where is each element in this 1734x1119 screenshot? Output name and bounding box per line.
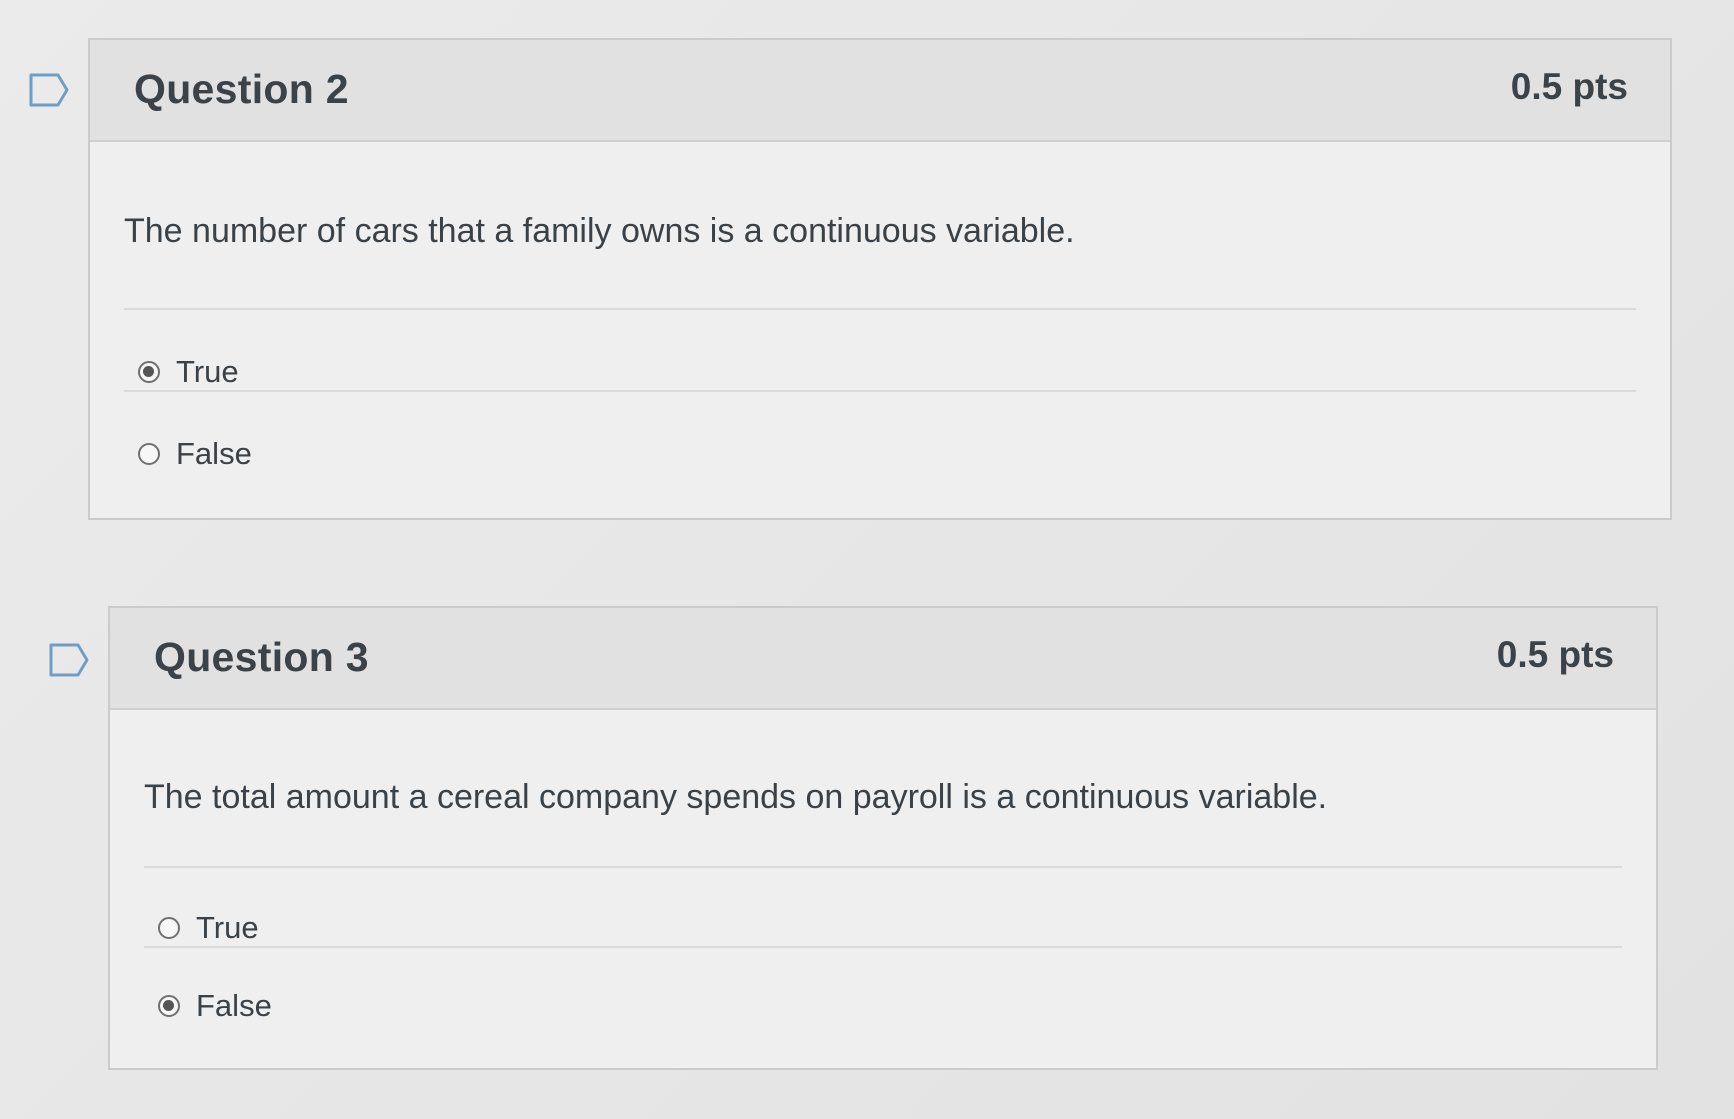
radio-button[interactable] [138,443,160,465]
radio-button-selected[interactable] [138,361,160,383]
answer-label: False [196,988,272,1023]
flag-question-icon[interactable] [28,72,69,107]
question-points: 0.5 pts [1496,634,1614,675]
question-3-card: Question 3 0.5 pts The total amount a ce… [108,606,1658,1070]
radio-button-selected[interactable] [158,995,180,1017]
divider [124,308,1636,310]
divider [144,946,1622,948]
answer-label: False [176,436,252,471]
answer-label: True [196,910,259,945]
answer-true[interactable]: True [138,352,239,392]
question-2-card: Question 2 0.5 pts The number of cars th… [88,38,1672,520]
question-points: 0.5 pts [1510,66,1628,107]
question-3-header: Question 3 0.5 pts [110,608,1656,710]
flag-question-icon[interactable] [48,642,89,677]
radio-button[interactable] [158,917,180,939]
question-title: Question 2 [134,66,349,112]
question-text: The total amount a cereal company spends… [144,778,1328,816]
question-2-header: Question 2 0.5 pts [90,40,1670,142]
answer-label: True [176,354,239,389]
question-text: The number of cars that a family owns is… [124,212,1075,250]
answer-false[interactable]: False [138,434,252,474]
divider [124,390,1636,392]
divider [144,866,1622,868]
answer-true[interactable]: True [158,908,259,948]
question-title: Question 3 [154,634,369,680]
answer-false[interactable]: False [158,986,272,1026]
